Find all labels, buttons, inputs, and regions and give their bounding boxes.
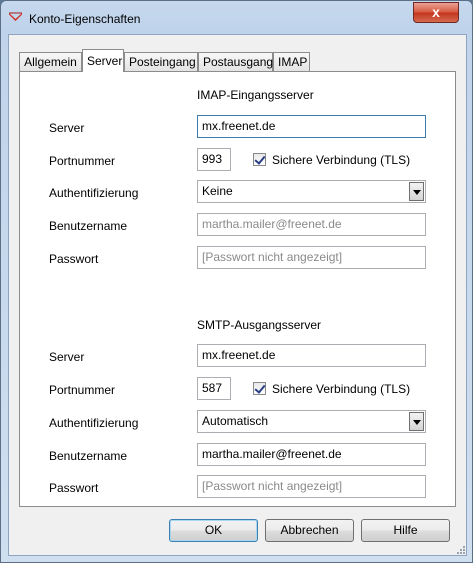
- smtp-auth-select[interactable]: Automatisch: [197, 410, 426, 433]
- smtp-password-input[interactable]: [Passwort nicht angezeigt]: [197, 475, 426, 498]
- imap-auth-select[interactable]: Keine: [197, 180, 426, 203]
- smtp-username-input[interactable]: martha.mailer@freenet.de: [197, 443, 426, 466]
- imap-server-input[interactable]: mx.freenet.de: [197, 115, 426, 138]
- imap-tls-checkbox[interactable]: [253, 153, 266, 166]
- cancel-button[interactable]: Abbrechen: [265, 519, 354, 542]
- imap-username-label: Benutzername: [49, 219, 128, 233]
- server-tab-panel: IMAP-Eingangsserver Server mx.freenet.de…: [19, 71, 456, 507]
- imap-auth-label: Authentifizierung: [49, 186, 139, 200]
- title-bar[interactable]: Konto-Eigenschaften x: [1, 1, 472, 35]
- dialog-window: Konto-Eigenschaften x Allgemein Server P…: [0, 0, 473, 563]
- tab-server[interactable]: Server: [82, 49, 124, 72]
- imap-port-label: Portnummer: [49, 154, 116, 168]
- imap-port-input[interactable]: 993: [197, 148, 231, 171]
- imap-username-input[interactable]: martha.mailer@freenet.de: [197, 213, 426, 236]
- imap-password-label: Passwort: [49, 252, 99, 266]
- close-button[interactable]: x: [413, 2, 459, 23]
- close-icon: x: [432, 4, 440, 20]
- imap-server-label: Server: [49, 121, 85, 135]
- imap-auth-value: Keine: [202, 184, 233, 198]
- chevron-down-icon[interactable]: [409, 412, 424, 431]
- tab-postausgang[interactable]: Postausgang: [198, 52, 273, 71]
- imap-tls-label[interactable]: Sichere Verbindung (TLS): [272, 153, 410, 167]
- tab-imap[interactable]: IMAP: [273, 52, 310, 71]
- smtp-auth-label: Authentifizierung: [49, 416, 139, 430]
- resize-grip-icon[interactable]: [456, 545, 466, 555]
- smtp-server-input[interactable]: mx.freenet.de: [197, 344, 426, 367]
- smtp-tls-checkbox[interactable]: [253, 382, 266, 395]
- smtp-auth-value: Automatisch: [202, 414, 269, 428]
- smtp-password-label: Passwort: [49, 481, 99, 495]
- smtp-username-label: Benutzername: [49, 449, 128, 463]
- imap-password-input[interactable]: [Passwort nicht angezeigt]: [197, 246, 426, 269]
- smtp-section-heading: SMTP-Ausgangsserver: [197, 318, 322, 332]
- smtp-port-label: Portnummer: [49, 383, 116, 397]
- window-title: Konto-Eigenschaften: [29, 12, 141, 26]
- smtp-server-label: Server: [49, 350, 85, 364]
- mail-app-icon: [9, 12, 22, 21]
- ok-button[interactable]: OK: [169, 519, 258, 542]
- imap-section-heading: IMAP-Eingangsserver: [197, 88, 314, 102]
- tab-posteingang[interactable]: Posteingang: [124, 52, 198, 71]
- tab-allgemein[interactable]: Allgemein: [19, 52, 82, 71]
- help-button[interactable]: Hilfe: [361, 519, 450, 542]
- smtp-port-input[interactable]: 587: [197, 377, 231, 400]
- chevron-down-icon[interactable]: [409, 182, 424, 201]
- smtp-tls-label[interactable]: Sichere Verbindung (TLS): [272, 382, 410, 396]
- dialog-client-area: Allgemein Server Posteingang Postausgang…: [8, 34, 467, 556]
